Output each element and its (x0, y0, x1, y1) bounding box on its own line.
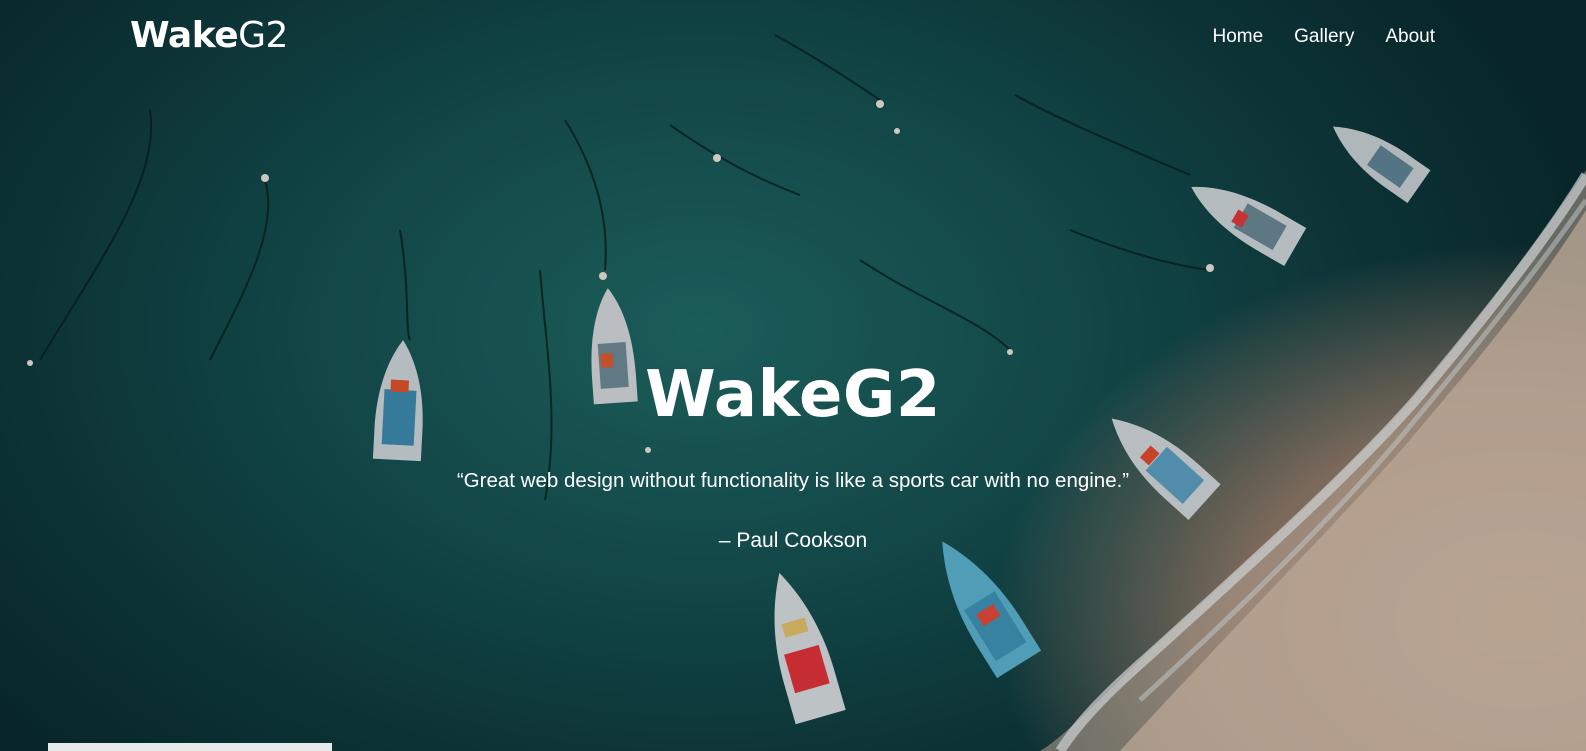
hero-content: WakeG2 “Great web design without functio… (0, 350, 1586, 556)
bottom-scrollbar-fragment (48, 743, 332, 751)
nav-link-home[interactable]: Home (1212, 22, 1263, 52)
main-navigation: Home Gallery About (1212, 22, 1435, 52)
hero-quote: “Great web design without functionality … (456, 469, 1130, 492)
brand-logo-regular: G2 (238, 15, 288, 56)
nav-link-about[interactable]: About (1385, 22, 1435, 52)
brand-logo-bold: Wake (130, 15, 239, 56)
hero-title: WakeG2 (645, 358, 941, 432)
hero-section: WakeG2 Home Gallery About WakeG2 “Great … (0, 0, 1586, 751)
brand-logo[interactable]: WakeG2 (130, 14, 288, 58)
nav-link-gallery[interactable]: Gallery (1294, 22, 1354, 52)
hero-quote-author: – Paul Cookson (718, 529, 868, 552)
